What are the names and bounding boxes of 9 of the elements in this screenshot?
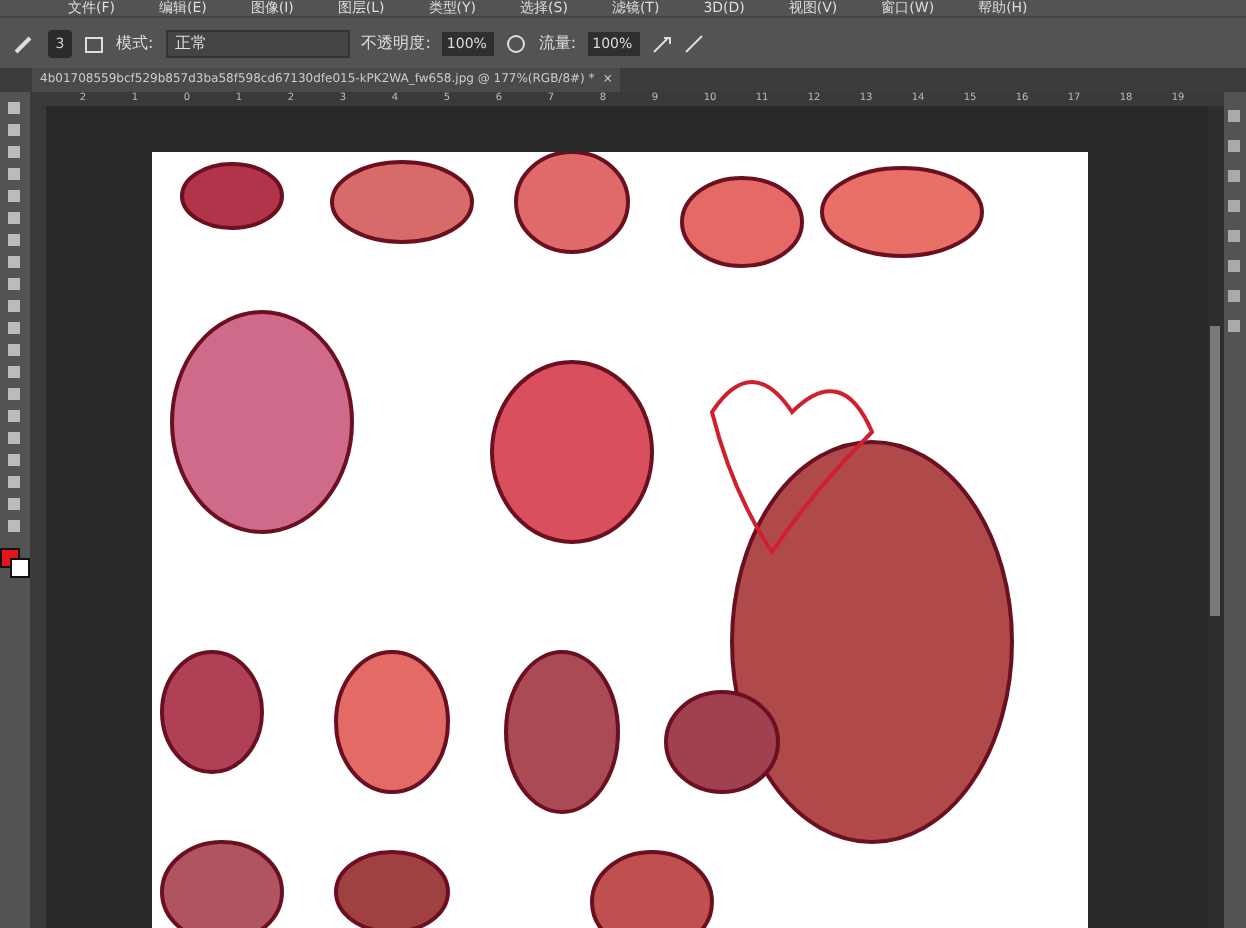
brush-icon[interactable] [12,31,36,55]
mode-dropdown[interactable]: 正常 [165,29,350,57]
pressure-size-icon[interactable] [684,33,705,53]
flow-label: 流量: [538,32,577,54]
background-color-swatch[interactable] [10,558,31,578]
opacity-label: 不透明度: [361,32,431,54]
scrollbar[interactable] [1207,106,1224,928]
mode-label: 模式: [116,32,154,54]
airbrush-icon[interactable] [652,33,673,53]
